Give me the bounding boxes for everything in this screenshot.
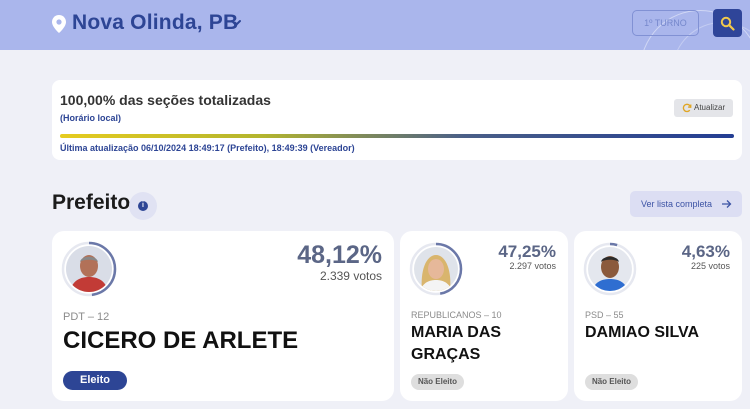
vote-percent: 4,63% — [681, 242, 730, 261]
vote-count: 2.339 votos — [319, 269, 382, 283]
candidate-party: PDT – 12 — [63, 311, 110, 323]
candidate-name: DAMIAO SILVA — [585, 324, 700, 341]
status-badge: Não Eleito — [585, 374, 638, 390]
location-pin-icon — [52, 15, 66, 33]
chevron-down-icon[interactable] — [230, 18, 242, 28]
atualizar-button[interactable]: Atualizar — [674, 99, 733, 117]
vote-count: 225 votos — [690, 261, 730, 271]
info-button[interactable]: i — [129, 192, 157, 220]
vote-count: 2.297 votos — [509, 261, 556, 271]
vote-percent: 48,12% — [297, 241, 382, 269]
status-badge: Não Eleito — [411, 374, 464, 390]
candidate-photo — [414, 247, 458, 291]
candidate-card[interactable]: 4,63% 225 votos PSD – 55 DAMIAO SILVA Nã… — [574, 231, 742, 401]
candidate-party: PSD – 55 — [585, 310, 624, 320]
candidate-name-line2: GRAÇAS — [411, 346, 481, 363]
candidate-party: REPUBLICANOS – 10 — [411, 310, 502, 320]
totalization-progress-bar — [60, 134, 734, 138]
candidate-name: CICERO DE ARLETE — [63, 327, 299, 354]
search-button[interactable] — [713, 9, 742, 37]
ultima-atualizacao: Última atualização 06/10/2024 18:49:17 (… — [60, 143, 355, 153]
search-icon — [720, 16, 735, 31]
vote-percent: 47,25% — [498, 242, 556, 261]
top-bar: Nova Olinda, PB 1º TURNO — [0, 0, 750, 50]
candidate-card[interactable]: 48,12% 2.339 votos PDT – 12 CICERO DE AR… — [52, 231, 394, 401]
atualizar-label: Atualizar — [694, 103, 726, 112]
city-selector[interactable]: Nova Olinda, PB — [72, 11, 238, 35]
progress-fill — [60, 134, 734, 138]
candidate-card[interactable]: 47,25% 2.297 votos REPUBLICANOS – 10 MAR… — [400, 231, 568, 401]
refresh-icon — [682, 103, 692, 113]
candidate-photo — [66, 246, 112, 292]
ver-lista-label: Ver lista completa — [641, 199, 713, 209]
candidate-name-line1: MARIA DAS — [411, 324, 502, 341]
arrow-right-icon — [722, 200, 732, 208]
ver-lista-completa-button[interactable]: Ver lista completa — [630, 191, 742, 217]
status-badge: Eleito — [63, 371, 127, 390]
horario-local-label: (Horário local) — [60, 113, 122, 123]
totalization-status-card: 100,00% das seções totalizadas (Horário … — [52, 80, 742, 160]
secoes-totalizadas: 100,00% das seções totalizadas — [60, 92, 271, 108]
section-title: Prefeito — [52, 191, 131, 214]
candidate-photo — [588, 247, 632, 291]
info-icon: i — [138, 201, 148, 211]
turno-button[interactable]: 1º TURNO — [632, 10, 699, 36]
